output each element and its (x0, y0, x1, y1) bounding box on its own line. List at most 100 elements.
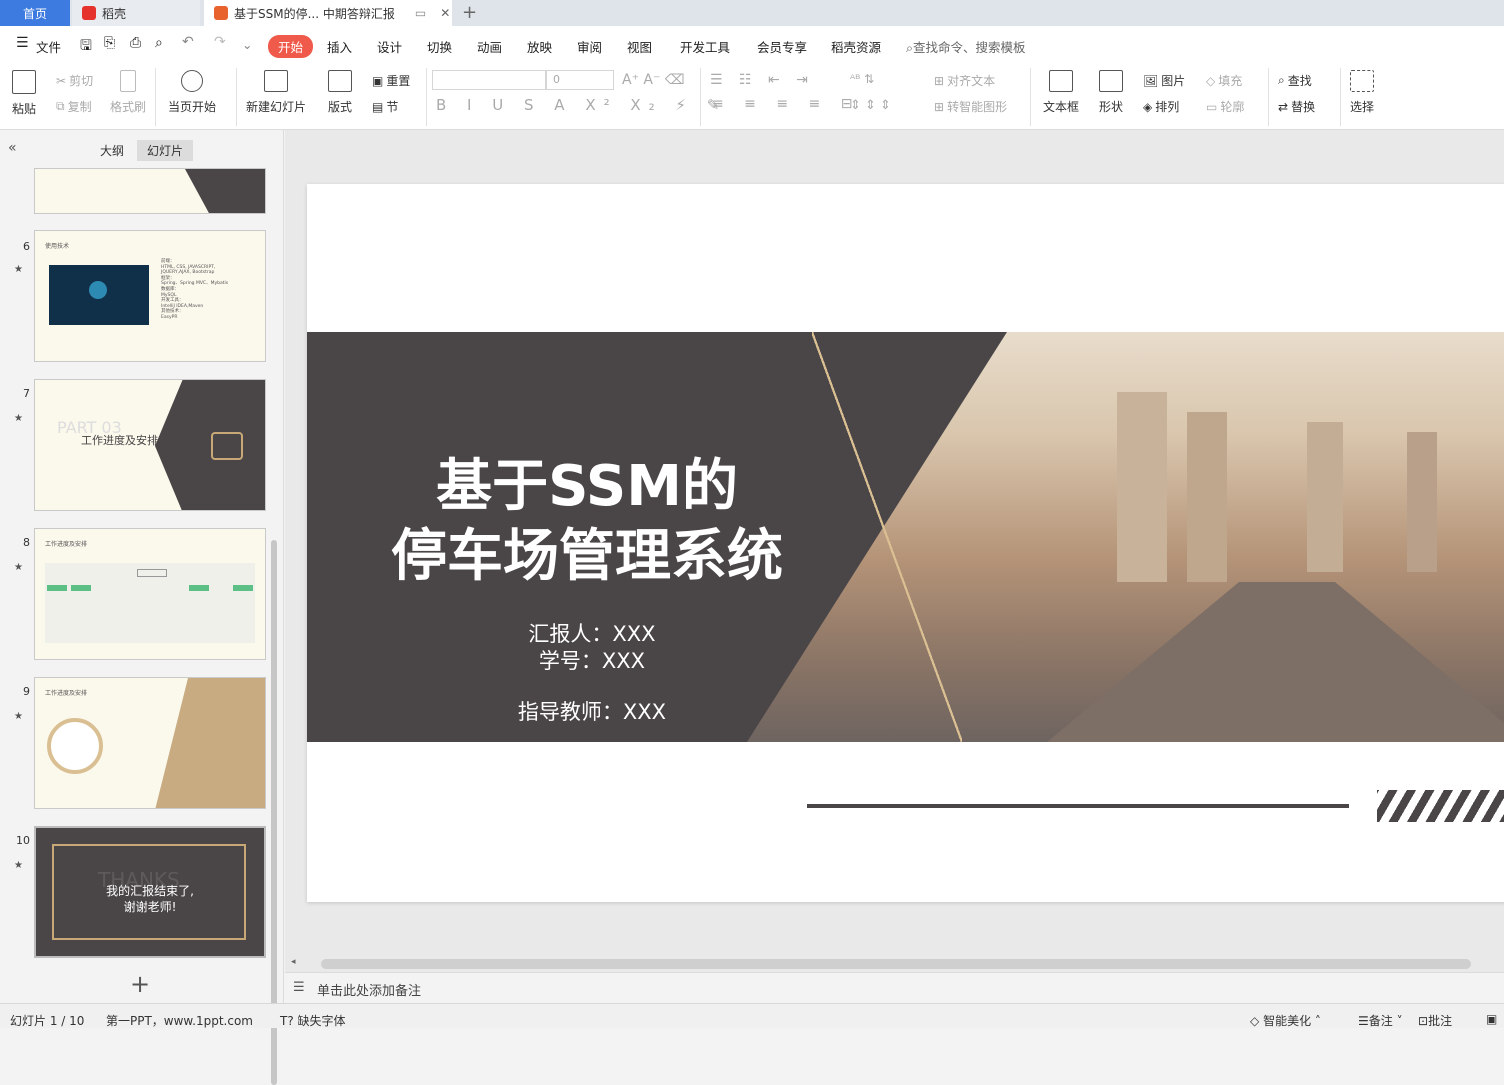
arrange-icon: ◈ (1143, 99, 1153, 114)
align-text-button[interactable]: ⊞ 对齐文本 (934, 72, 995, 89)
text-direction-icon[interactable]: ᴬᴮ ⇅ (850, 72, 874, 86)
new-tab-icon[interactable]: + (462, 2, 477, 23)
print-icon[interactable]: ⎙ (130, 35, 141, 51)
menu-daoke-resources[interactable]: 稻壳资源 (831, 37, 881, 56)
textbox-button[interactable]: 文本框 (1043, 70, 1079, 115)
menu-review[interactable]: 审阅 (577, 37, 602, 56)
section-button[interactable]: ▤ 节 (372, 98, 398, 115)
menu-animation[interactable]: 动画 (477, 37, 502, 56)
reset-button[interactable]: ▣ 重置 (372, 72, 410, 89)
replace-icon: ⇄ (1278, 99, 1289, 114)
add-slide-icon[interactable]: + (130, 970, 150, 998)
fill-button[interactable]: ◇ 填充 (1206, 72, 1242, 89)
export-icon[interactable]: ⎘ (104, 35, 115, 51)
missing-font-icon: T? (280, 1014, 294, 1028)
select-button[interactable]: 选择 (1350, 70, 1374, 115)
menu-insert[interactable]: 插入 (327, 37, 352, 56)
new-slide-icon (264, 70, 288, 92)
new-slide-button[interactable]: 新建幻灯片 (246, 70, 306, 115)
notes-placeholder: 单击此处添加备注 (317, 984, 422, 999)
tab-daoke[interactable]: 稻壳 (72, 0, 200, 26)
outline-icon: ▭ (1206, 99, 1218, 114)
copy-button[interactable]: ⧉ 复制 (56, 98, 92, 115)
save-icon[interactable]: 🖫 (80, 35, 92, 59)
picture-button[interactable]: 🖼 图片 (1143, 72, 1185, 89)
quick-access-dropdown-icon[interactable]: ⌄ (242, 37, 252, 52)
menu-file[interactable]: 文件 (36, 37, 61, 56)
slide-thumb-10[interactable]: THANKS 我的汇报结束了, 谢谢老师! (34, 826, 266, 958)
tab-document[interactable]: 基于SSM的停... 中期答辩汇报 ▭ ✕ (204, 0, 452, 26)
arrange-button[interactable]: ◈ 排列 (1143, 98, 1179, 115)
clock-icon (47, 718, 103, 774)
menu-member[interactable]: 会员专享 (757, 37, 807, 56)
thumb-shape (185, 169, 265, 213)
notes-area[interactable]: ☰ 单击此处添加备注 (285, 972, 1504, 1003)
list-icons[interactable]: ☰ ☷ ⇤ ⇥ (710, 72, 814, 88)
fill-icon: ◇ (1206, 73, 1216, 88)
cut-button[interactable]: ✂ 剪切 (56, 72, 93, 89)
tab-home[interactable]: 首页 (0, 0, 70, 26)
menu-design[interactable]: 设计 (377, 37, 402, 56)
paste-button[interactable]: 粘贴 (12, 70, 36, 117)
search-command[interactable]: ⌕查找命令、搜索模板 (906, 37, 1026, 56)
tab-outline[interactable]: 大纲 (100, 142, 124, 159)
thumb-line2: 谢谢老师! (123, 900, 177, 914)
play-from-current-button[interactable]: 当页开始 (168, 70, 216, 115)
beautify-button[interactable]: ◇ 智能美化 ˄ (1250, 1012, 1321, 1029)
advisor-text[interactable]: 指导教师：XXX (427, 696, 757, 726)
slide-panel: « 大纲 幻灯片 6 ★ 使用技术 前端： HTML, CSS, JAVASCR… (0, 130, 284, 1085)
daoke-icon (82, 6, 96, 20)
smart-shape-button[interactable]: ⊞ 转智能图形 (934, 98, 1007, 115)
reporter-text[interactable]: 汇报人：XXX (427, 618, 757, 648)
font-size-select[interactable]: 0 (546, 70, 614, 90)
notes-button[interactable]: ☰备注 ˅ (1358, 1012, 1403, 1029)
horizontal-scroll-thumb[interactable] (321, 959, 1471, 969)
collapse-panel-icon[interactable]: « (8, 140, 17, 156)
line-spacing-icon[interactable]: ⇕ ⇕ ⇕ (850, 98, 891, 113)
normal-view-icon[interactable]: ▣ (1486, 1012, 1497, 1026)
undo-icon[interactable]: ↶ (182, 34, 194, 50)
slide-thumb-9[interactable]: 工作进度及安排 (34, 677, 266, 809)
tab-slides[interactable]: 幻灯片 (137, 140, 194, 161)
preview-icon[interactable]: ⌕ (155, 35, 163, 51)
font-name-select[interactable] (432, 70, 546, 90)
find-button[interactable]: ⌕ 查找 (1278, 72, 1312, 89)
menu-developer[interactable]: 开发工具 (680, 37, 730, 56)
play-from-current-label: 当页开始 (168, 100, 217, 114)
layout-button[interactable]: 版式 (328, 70, 352, 115)
replace-button[interactable]: ⇄ 替换 (1278, 98, 1315, 115)
menu-start[interactable]: 开始 (268, 35, 314, 58)
hamburger-icon[interactable]: ☰ (16, 35, 29, 51)
section-label: 节 (386, 100, 399, 114)
font-style-icons[interactable]: B I U S A X² X₂ ⚡ ✎ (436, 96, 727, 114)
slide-thumb-6[interactable]: 使用技术 前端： HTML, CSS, JAVASCRIPT, JQUERY,A… (34, 230, 266, 362)
menu-slideshow[interactable]: 放映 (527, 37, 552, 56)
window-restore-icon[interactable]: ▭ (415, 6, 426, 20)
shape-button[interactable]: 形状 (1099, 70, 1123, 115)
slide-title[interactable]: 基于SSM的 停车场管理系统 (367, 452, 807, 592)
textbox-icon (1049, 70, 1073, 92)
missing-font-button[interactable]: T? 缺失字体 (280, 1012, 346, 1029)
slide-thumb-5[interactable] (34, 168, 266, 214)
slide-thumb-7[interactable]: PART 03 工作进度及安排 (34, 379, 266, 511)
replace-label: 替换 (1291, 100, 1316, 114)
menu-view[interactable]: 视图 (627, 37, 652, 56)
format-painter-button[interactable]: 格式刷 (110, 70, 146, 115)
play-icon (181, 70, 203, 92)
mindmap-node (71, 585, 91, 591)
horizontal-scrollbar[interactable]: ◂ (285, 956, 1504, 972)
scroll-left-icon[interactable]: ◂ (291, 957, 296, 967)
outline-button[interactable]: ▭ 轮廓 (1206, 98, 1244, 115)
student-id-text[interactable]: 学号：XXX (427, 645, 757, 675)
current-slide[interactable]: 基于SSM的 停车场管理系统 汇报人：XXX 学号：XXX 指导教师：XXX (307, 184, 1504, 902)
animation-star-icon: ★ (14, 711, 23, 722)
align-icons[interactable]: ≡ ≡ ≡ ≡ ⊟ (712, 96, 860, 112)
close-tab-icon[interactable]: ✕ (440, 6, 450, 20)
redo-icon[interactable]: ↷ (214, 34, 226, 50)
comment-button[interactable]: ⊡批注 (1418, 1012, 1452, 1029)
slide-thumb-8[interactable]: 工作进度及安排 (34, 528, 266, 660)
font-grow-icon[interactable]: A⁺ A⁻ ⌫ (622, 72, 685, 88)
menu-bar: ☰ 文件 🖫 ⎘ ⎙ ⌕ ↶ ↷ ⌄ 开始 插入 设计 切换 动画 放映 审阅 … (0, 26, 1504, 64)
menu-transition[interactable]: 切换 (427, 37, 452, 56)
comment-label: 批注 (1428, 1014, 1453, 1028)
